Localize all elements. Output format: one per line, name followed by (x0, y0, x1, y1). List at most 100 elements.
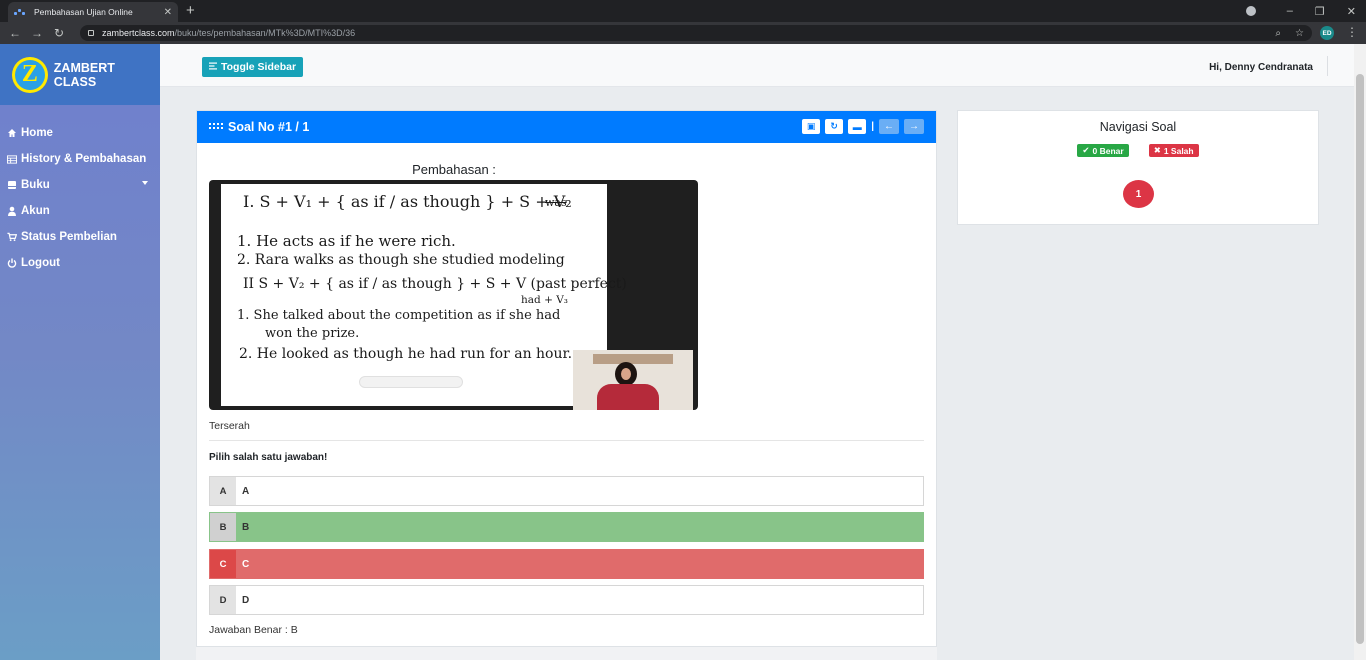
brand[interactable]: Z ZAMBERT CLASS (0, 44, 160, 105)
whiteboard-line: 1. He acts as if he were rich. (237, 232, 456, 250)
table-icon (7, 154, 17, 164)
sidebar-item-home[interactable]: Home (0, 120, 160, 146)
tab-search-icon[interactable] (1246, 6, 1256, 16)
sidebar-item-label: Status Pembelian (21, 231, 117, 243)
expand-icon[interactable]: ▣ (802, 119, 821, 134)
question-tools: ▣ ↻ ▬ | ← → (802, 119, 924, 134)
option-b[interactable]: B B (209, 512, 924, 542)
whiteboard-line: 2. Rara walks as though she studied mode… (237, 252, 565, 268)
page-scrollbar[interactable] (1354, 44, 1366, 660)
align-left-icon (209, 61, 217, 73)
instruction-text: Pilih salah satu jawaban! (209, 452, 328, 463)
new-tab-icon[interactable]: + (186, 2, 195, 20)
tab-close-icon[interactable]: ✕ (164, 7, 172, 18)
benar-badge: ✔ 0 Benar (1077, 144, 1129, 157)
sidebar-item-history[interactable]: History & Pembahasan (0, 146, 160, 172)
sidebar-item-status-pembelian[interactable]: Status Pembelian (0, 224, 160, 250)
user-greeting[interactable]: Hi, Denny Cendranata (1209, 62, 1313, 73)
bookmark-star-icon[interactable]: ☆ (1295, 28, 1304, 39)
whiteboard-line: II S + V₂ + { as if / as though } + S + … (243, 276, 627, 292)
option-letter: B (210, 513, 236, 541)
explanation-text: Terserah (209, 420, 250, 432)
sidebar-item-akun[interactable]: Akun (0, 198, 160, 224)
power-icon (7, 258, 17, 268)
window-controls: – ❐ ✕ (1287, 0, 1356, 22)
user-icon (7, 206, 17, 216)
benar-label: 0 Benar (1092, 145, 1124, 156)
option-letter: D (210, 586, 236, 614)
option-text: C (242, 558, 250, 570)
browser-toolbar: ← → ↻ zambertclass.com /buku/tes/pembaha… (0, 22, 1366, 44)
chevron-down-icon (142, 181, 148, 185)
whiteboard-line: 2. He looked as though he had run for an… (239, 346, 573, 362)
top-bar: Toggle Sidebar Hi, Denny Cendranata (160, 44, 1354, 87)
sidebar-item-label: Buku (21, 179, 50, 191)
sidebar-item-label: Akun (21, 205, 50, 217)
option-text: B (242, 521, 250, 533)
prev-question-button[interactable]: ← (879, 119, 899, 134)
minimize-icon[interactable]: – (1287, 5, 1293, 17)
sidebar-menu: Home History & Pembahasan Buku Akun Stat… (0, 105, 160, 276)
cam-person-face (621, 368, 631, 380)
salah-badge: ✖ 1 Salah (1148, 144, 1199, 157)
score-badges: ✔ 0 Benar ✖ 1 Salah (958, 144, 1318, 157)
lock-icon (88, 30, 94, 36)
navigation-card: Navigasi Soal ✔ 0 Benar ✖ 1 Salah 1 (957, 110, 1319, 225)
window-close-icon[interactable]: ✕ (1347, 5, 1356, 18)
sidebar: Z ZAMBERT CLASS Home History & Pembahasa… (0, 44, 160, 660)
option-c[interactable]: C C (209, 549, 924, 579)
drawing-toolbar (359, 376, 463, 388)
cam-person-body (597, 384, 659, 410)
divider (1327, 56, 1328, 76)
reload-icon[interactable]: ↻ (48, 26, 70, 40)
address-bar[interactable]: zambertclass.com /buku/tes/pembahasan/MT… (80, 25, 1312, 41)
browser-tab-bar: Pembahasan Ujian Online ✕ + – ❐ ✕ (0, 0, 1366, 22)
question-number: Soal No #1 / 1 (228, 120, 310, 134)
toggle-sidebar-label: Toggle Sidebar (221, 61, 297, 73)
tab-title: Pembahasan Ujian Online (34, 7, 133, 17)
sidebar-item-buku[interactable]: Buku (0, 172, 160, 198)
pembahasan-title: Pembahasan : (412, 162, 496, 177)
whiteboard-line: had + V₃ (521, 294, 569, 306)
whiteboard-line: was (545, 196, 567, 209)
grid-icon (209, 122, 223, 132)
card-footer (196, 646, 937, 660)
question-header: Soal No #1 / 1 ▣ ↻ ▬ | ← → (197, 111, 936, 143)
webcam-overlay (573, 350, 693, 410)
home-icon (7, 128, 17, 138)
whiteboard-line: I. S + V₁ + { as if / as though } + S + … (243, 192, 572, 211)
question-nav-button[interactable]: 1 (1123, 180, 1154, 208)
sidebar-item-label: Home (21, 127, 53, 139)
browser-tab[interactable]: Pembahasan Ujian Online ✕ (8, 2, 178, 22)
sidebar-item-label: History & Pembahasan (21, 153, 147, 165)
browser-menu-icon[interactable]: ⋮ (1346, 25, 1358, 39)
url-path: /buku/tes/pembahasan/MTk%3D/MTI%3D/36 (174, 28, 356, 38)
check-icon: ✔ (1082, 145, 1090, 155)
zoom-icon[interactable]: ⌕ (1275, 28, 1281, 39)
site-favicon-icon (14, 8, 26, 16)
explanation-image: I. S + V₁ + { as if / as though } + S + … (209, 180, 698, 410)
forward-icon[interactable]: → (26, 26, 48, 40)
toggle-sidebar-button[interactable]: Toggle Sidebar (202, 57, 304, 77)
navigation-title: Navigasi Soal (1099, 120, 1177, 134)
option-text: D (242, 594, 250, 606)
option-letter: C (210, 550, 236, 578)
refresh-icon[interactable]: ↻ (825, 119, 844, 134)
salah-label: 1 Salah (1163, 145, 1194, 156)
whiteboard-line: 1. She talked about the competition as i… (237, 308, 561, 323)
brand-name: ZAMBERT CLASS (53, 60, 115, 89)
option-d[interactable]: D D (209, 585, 924, 615)
sidebar-item-logout[interactable]: Logout (0, 250, 160, 276)
whiteboard-line: won the prize. (265, 326, 360, 341)
back-icon[interactable]: ← (4, 26, 26, 40)
option-a[interactable]: A A (209, 476, 924, 506)
next-question-button[interactable]: → (904, 119, 924, 134)
option-text: A (242, 485, 250, 497)
option-letter: A (210, 477, 236, 505)
scrollbar-thumb[interactable] (1356, 74, 1364, 644)
sidebar-item-label: Logout (21, 257, 60, 269)
minimize-card-icon[interactable]: ▬ (848, 119, 867, 134)
restore-icon[interactable]: ❐ (1315, 5, 1325, 18)
book-icon (7, 180, 17, 190)
profile-avatar[interactable]: ED (1320, 26, 1334, 40)
